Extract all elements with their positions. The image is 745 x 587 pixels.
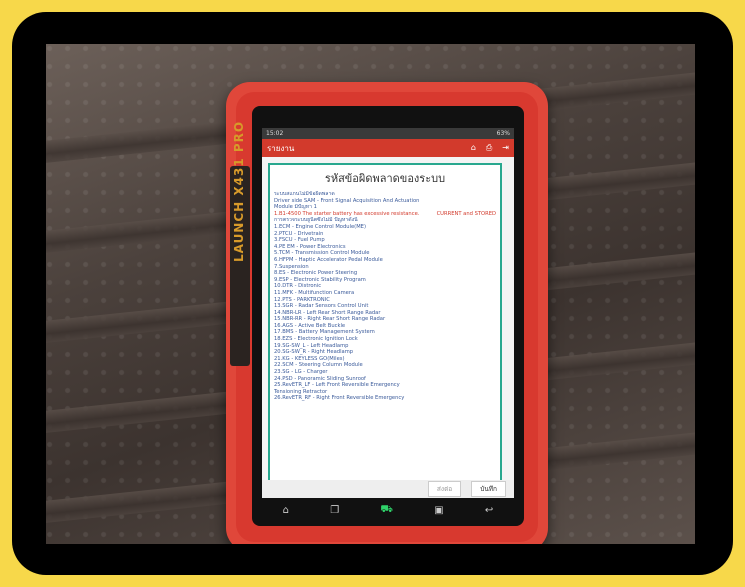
- list-item: 6.HFPM - Haptic Accelerator Pedal Module: [274, 256, 383, 263]
- back-icon[interactable]: ↩: [485, 505, 493, 516]
- module-list: 1.ECM - Engine Control Module(ME) 2.PTCU…: [270, 224, 500, 402]
- list-item: 24.PSD - Panoramic Sliding Sunroof: [274, 375, 366, 382]
- gallery-icon[interactable]: ▣: [434, 505, 443, 516]
- list-item: 13.SGR - Radar Sensors Control Unit: [274, 303, 369, 310]
- list-item: 10.DTR - Distronic: [274, 283, 322, 290]
- send-button[interactable]: ส่งต่อ: [427, 481, 462, 497]
- status-time: 15:02: [266, 130, 284, 137]
- list-item: 11.MFK - Multifunction Camera: [274, 289, 355, 296]
- home-icon[interactable]: ⌂: [283, 505, 289, 516]
- list-item: 8.ES - Electronic Power Steering: [274, 270, 358, 277]
- photo: LAUNCH X431 PRO 15:02 63% รายงาน ⌂ ⎙ ⇥ ร…: [46, 44, 695, 544]
- list-item: 3.FSCU - Fuel Pump: [274, 237, 325, 244]
- recents-icon[interactable]: ❐: [330, 505, 339, 516]
- list-item: 23.SG - LG - Charger: [274, 369, 328, 376]
- dtc-row: 1.B1-4500 The starter battery has excess…: [270, 211, 500, 218]
- report-line: ระบบสแกนไม่มีข้อผิดพลาด: [274, 191, 335, 197]
- list-item: 25.RevETR_LF - Left Front Reversible Eme…: [274, 382, 400, 389]
- photo-frame: LAUNCH X431 PRO 15:02 63% รายงาน ⌂ ⎙ ⇥ ร…: [12, 12, 733, 575]
- list-item: 4.PE EM - Power Electronics: [274, 243, 346, 250]
- app-bar: รายงาน ⌂ ⎙ ⇥: [262, 139, 514, 157]
- battery-level: 63%: [496, 130, 510, 137]
- app-title: รายงาน: [267, 143, 295, 153]
- tablet-bezel: LAUNCH X431 PRO 15:02 63% รายงาน ⌂ ⎙ ⇥ ร…: [230, 106, 524, 526]
- list-item: 15.NBR-RR - Right Rear Short Range Radar: [274, 316, 386, 323]
- report-line: Module มีปัญหา 1: [274, 204, 317, 211]
- list-item: 9.ESP - Electronic Stability Program: [274, 276, 366, 283]
- status-bar: 15:02 63%: [262, 128, 514, 139]
- report-panel: รหัสข้อผิดพลาดของระบบ ระบบสแกนไม่มีข้อผิ…: [268, 163, 502, 485]
- list-item: 22.SCM - Steering Column Module: [274, 362, 363, 369]
- list-item: Tensioning Retractor: [274, 388, 328, 395]
- dtc-code: 1.B1-4500 The starter battery has excess…: [274, 210, 420, 217]
- report-line: Driver side SAM - Front Signal Acquisiti…: [274, 197, 420, 204]
- save-button[interactable]: บันทึก: [471, 481, 506, 497]
- bottom-bar: ส่งต่อ บันทึก: [262, 480, 514, 498]
- ok-header: การตรวจระบบยูนิตซึ่งไม่มี ปัญหาดังนี้: [274, 217, 358, 224]
- brand-label: LAUNCH X431 PRO: [230, 121, 250, 366]
- home-icon[interactable]: ⌂: [471, 143, 476, 153]
- dtc-status: CURRENT and STORED: [436, 210, 496, 217]
- print-icon[interactable]: ⎙: [486, 143, 492, 153]
- list-item: 14.NBR-LR - Left Rear Short Range Radar: [274, 309, 381, 316]
- list-item: 12.PTS - PARKTRONIC: [274, 296, 330, 303]
- list-item: 7.Suspension: [274, 263, 309, 270]
- list-item: 21.KG - KEYLESS GO(Miles): [274, 355, 345, 362]
- list-item: 17.BMS - Battery Management System: [274, 329, 375, 336]
- list-item: 1.ECM - Engine Control Module(ME): [274, 223, 366, 230]
- android-nav-bar: ⌂ ❐ ⛟ ▣ ↩: [262, 501, 514, 519]
- list-item: 5.TCM - Transmission Control Module: [274, 250, 370, 257]
- list-item: 16.AGS - Active Belt Buckle: [274, 322, 346, 329]
- list-item: 20.SG-SW_R - Right Headlamp: [274, 349, 354, 356]
- list-item: 18.EZS - Electronic Ignition Lock: [274, 336, 358, 343]
- diagnostic-tablet: LAUNCH X431 PRO 15:02 63% รายงาน ⌂ ⎙ ⇥ ร…: [226, 82, 548, 544]
- vci-icon[interactable]: ⛟: [380, 504, 393, 517]
- list-item: 26.RevETR_RF - Right Front Reversible Em…: [274, 395, 405, 402]
- list-item: 19.SG-SW_L - Left Headlamp: [274, 342, 349, 349]
- list-item: 2.PTCU - Drivetrain: [274, 230, 324, 237]
- report-title: รหัสข้อผิดพลาดของระบบ: [324, 172, 446, 185]
- tablet-screen: 15:02 63% รายงาน ⌂ ⎙ ⇥ รหัสข้อผิดพลาดของ…: [262, 128, 514, 498]
- exit-icon[interactable]: ⇥: [502, 143, 509, 153]
